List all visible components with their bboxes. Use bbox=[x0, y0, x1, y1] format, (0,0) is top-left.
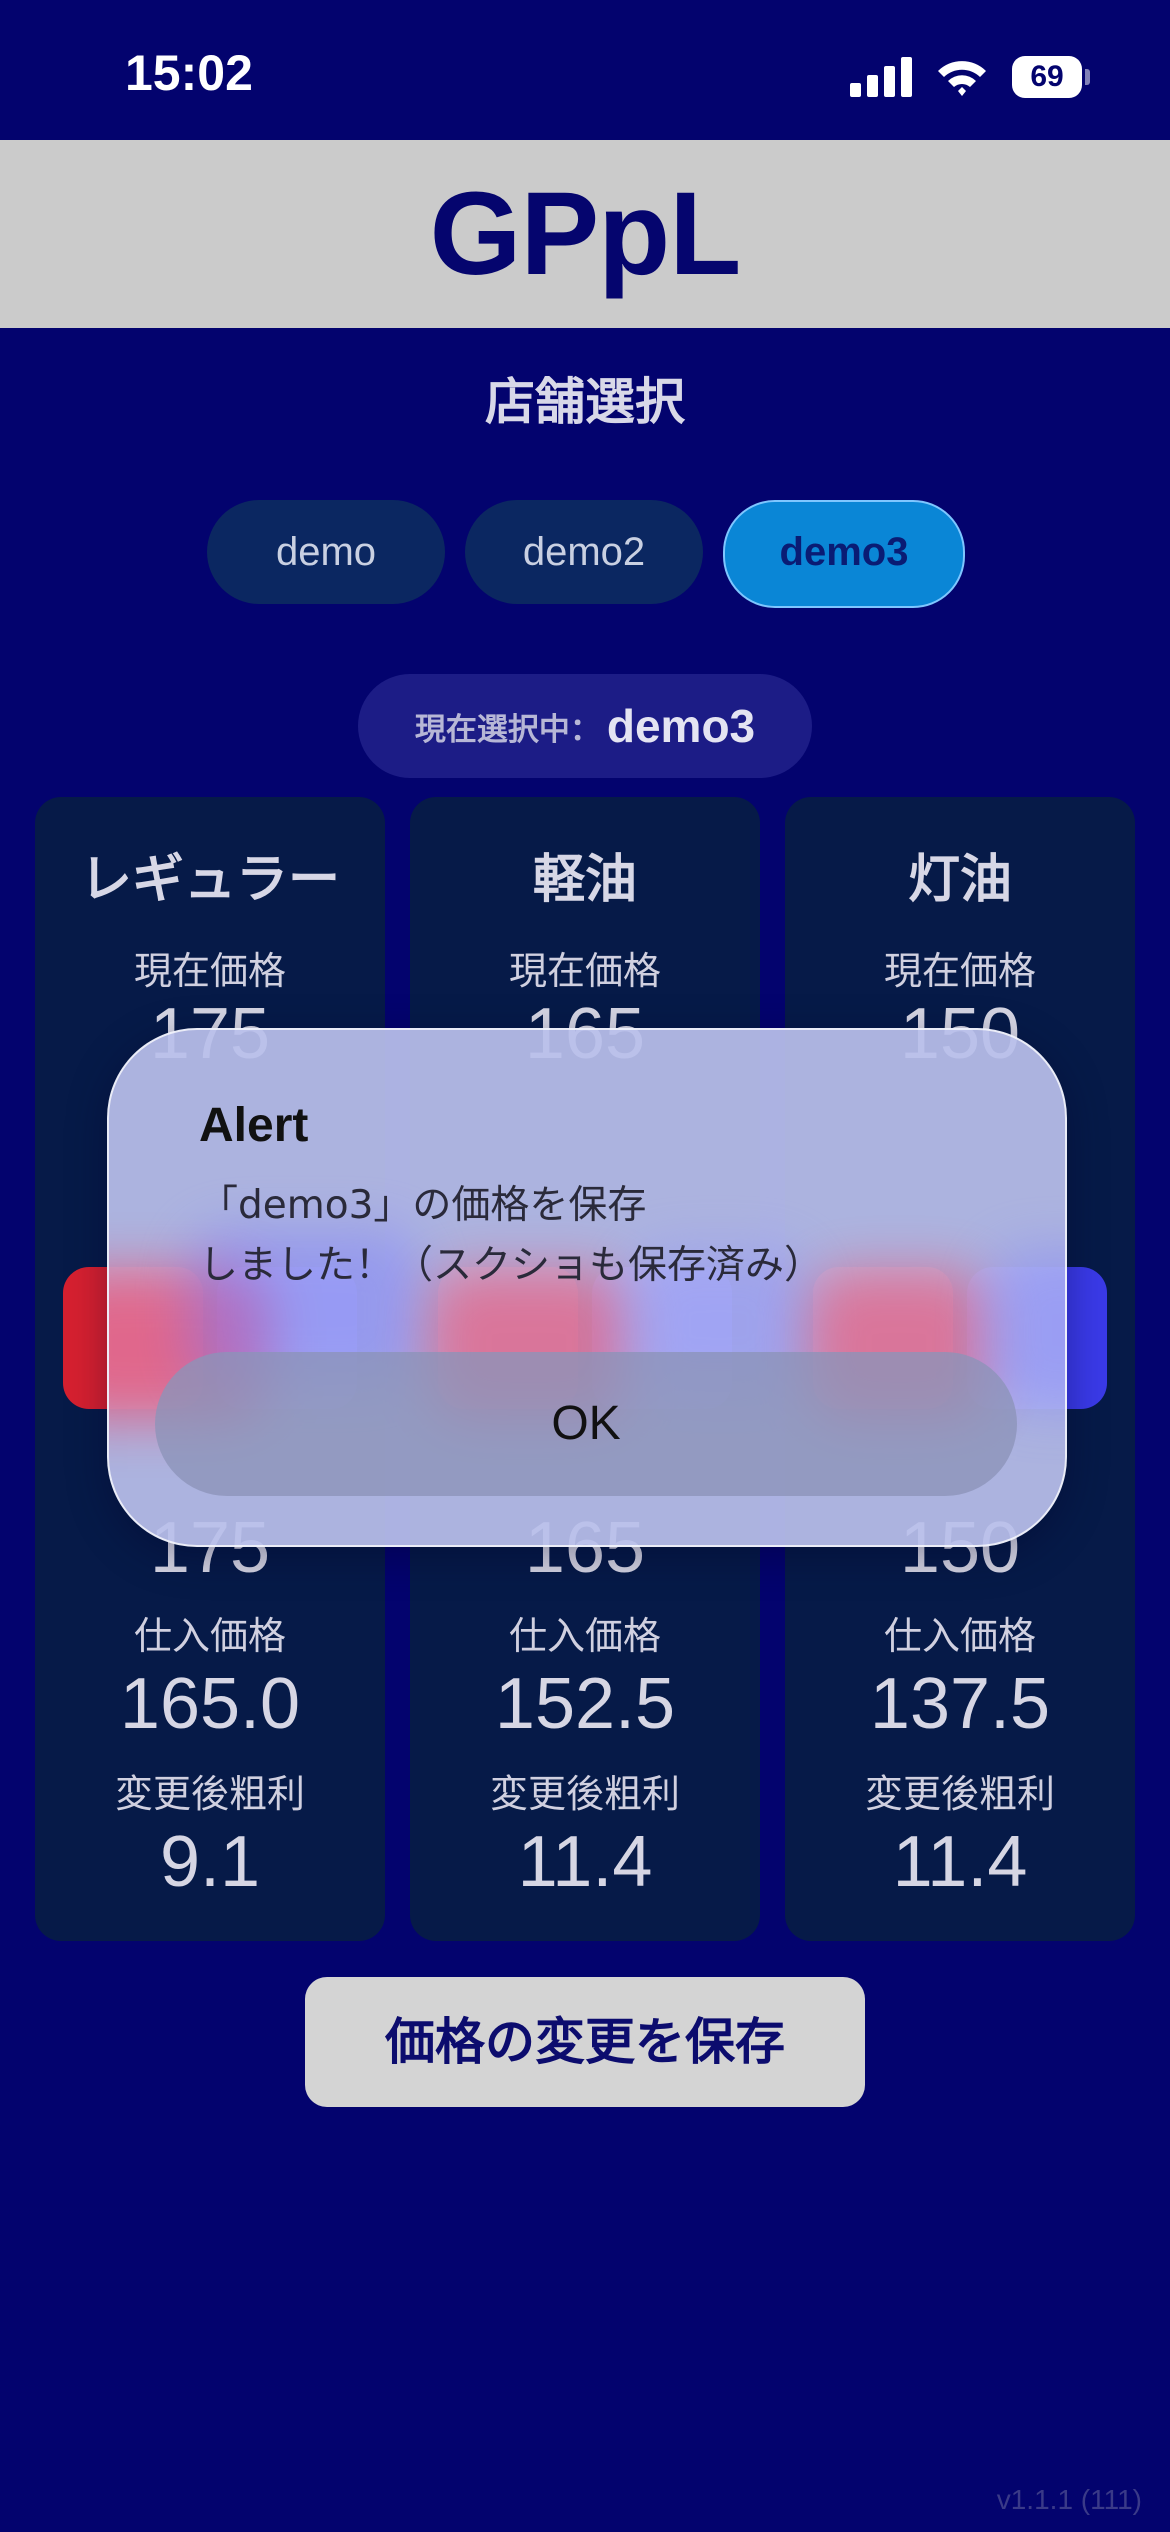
alert-ok-button[interactable]: OK bbox=[155, 1352, 1017, 1496]
alert-title: Alert bbox=[199, 1099, 309, 1152]
alert-dialog: Alert 「demo3」の価格を保存 しました！（スクショも保存済み） OK bbox=[107, 1028, 1067, 1547]
alert-message: 「demo3」の価格を保存 しました！（スクショも保存済み） bbox=[199, 1183, 824, 1288]
